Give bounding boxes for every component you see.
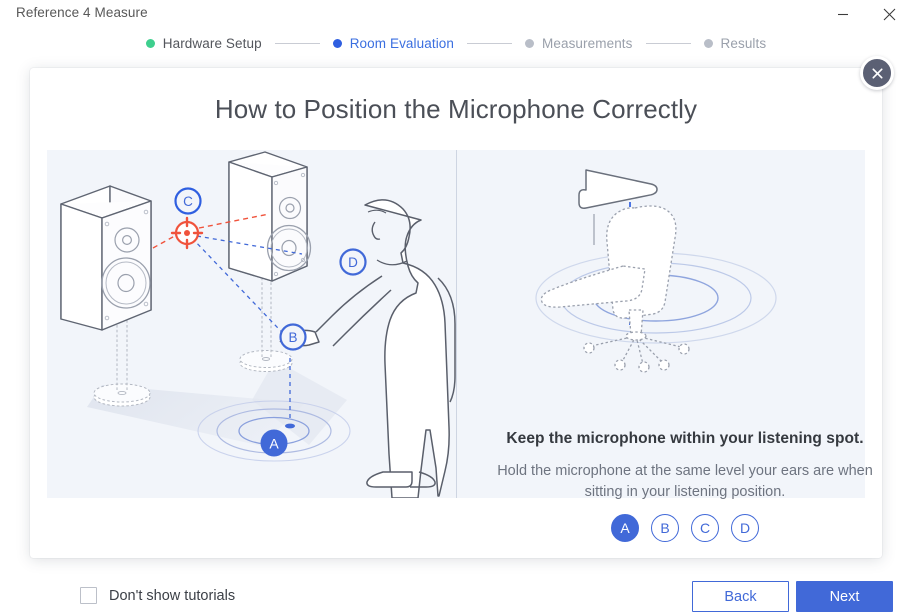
pager-step-d[interactable]: D: [731, 514, 759, 542]
panel-headline: Keep the microphone within your listenin…: [506, 430, 864, 447]
step-label: Results: [720, 35, 767, 51]
room-speakers-listener-diagram: A B C D: [47, 150, 456, 498]
minimize-icon: [838, 13, 848, 16]
checkbox-label: Don't show tutorials: [109, 587, 236, 604]
pager-label: A: [620, 520, 630, 536]
dont-show-tutorials-checkbox[interactable]: Don't show tutorials: [80, 587, 235, 604]
svg-text:C: C: [183, 194, 193, 209]
step-connector: [645, 42, 691, 44]
dialog-title: How to Position the Microphone Correctly: [214, 94, 698, 124]
step-hardware-setup[interactable]: Hardware Setup: [145, 35, 262, 51]
tutorial-dialog: How to Position the Microphone Correctly: [30, 56, 894, 612]
app-window: Reference 4 Measure Hardware Setup Room …: [0, 0, 912, 612]
tutorial-pager: A B C D: [486, 514, 884, 542]
wizard-stepper: Hardware Setup Room Evaluation Measureme…: [0, 30, 912, 56]
checkbox-box-icon: [80, 587, 97, 604]
step-label: Room Evaluation: [349, 35, 455, 51]
svg-text:A: A: [269, 436, 279, 452]
back-button-label: Back: [724, 588, 757, 605]
step-label: Measurements: [542, 35, 633, 51]
step-connector: [274, 42, 320, 44]
step-connector: [467, 42, 513, 44]
step-dot-icon: [145, 38, 155, 48]
pager-step-a[interactable]: A: [611, 514, 639, 542]
step-dot-icon: [703, 38, 713, 48]
step-results[interactable]: Results: [703, 35, 767, 51]
close-icon: [883, 8, 895, 20]
step-measurements[interactable]: Measurements: [525, 36, 633, 51]
panel-body-text: Hold the microphone at the same level yo…: [497, 463, 873, 500]
svg-text:B: B: [288, 330, 297, 345]
back-button[interactable]: Back: [692, 581, 789, 612]
step-dot-icon: [332, 38, 342, 48]
next-button-label: Next: [829, 588, 860, 605]
step-dot-icon: [525, 38, 535, 48]
pager-step-b[interactable]: B: [651, 514, 679, 542]
window-titlebar: Reference 4 Measure: [0, 0, 912, 28]
window-title: Reference 4 Measure: [16, 5, 148, 20]
pager-label: C: [699, 520, 711, 536]
pager-label: B: [660, 520, 670, 536]
dialog-close-button[interactable]: [860, 56, 894, 90]
pager-step-c[interactable]: C: [691, 514, 719, 542]
close-circle-icon: [871, 67, 883, 79]
step-room-evaluation[interactable]: Room Evaluation: [332, 35, 455, 51]
pager-label: D: [739, 520, 751, 536]
svg-text:D: D: [348, 255, 358, 270]
minimize-button[interactable]: [820, 0, 866, 28]
close-window-button[interactable]: [866, 0, 912, 28]
step-label: Hardware Setup: [162, 35, 262, 51]
next-button[interactable]: Next: [796, 581, 893, 612]
